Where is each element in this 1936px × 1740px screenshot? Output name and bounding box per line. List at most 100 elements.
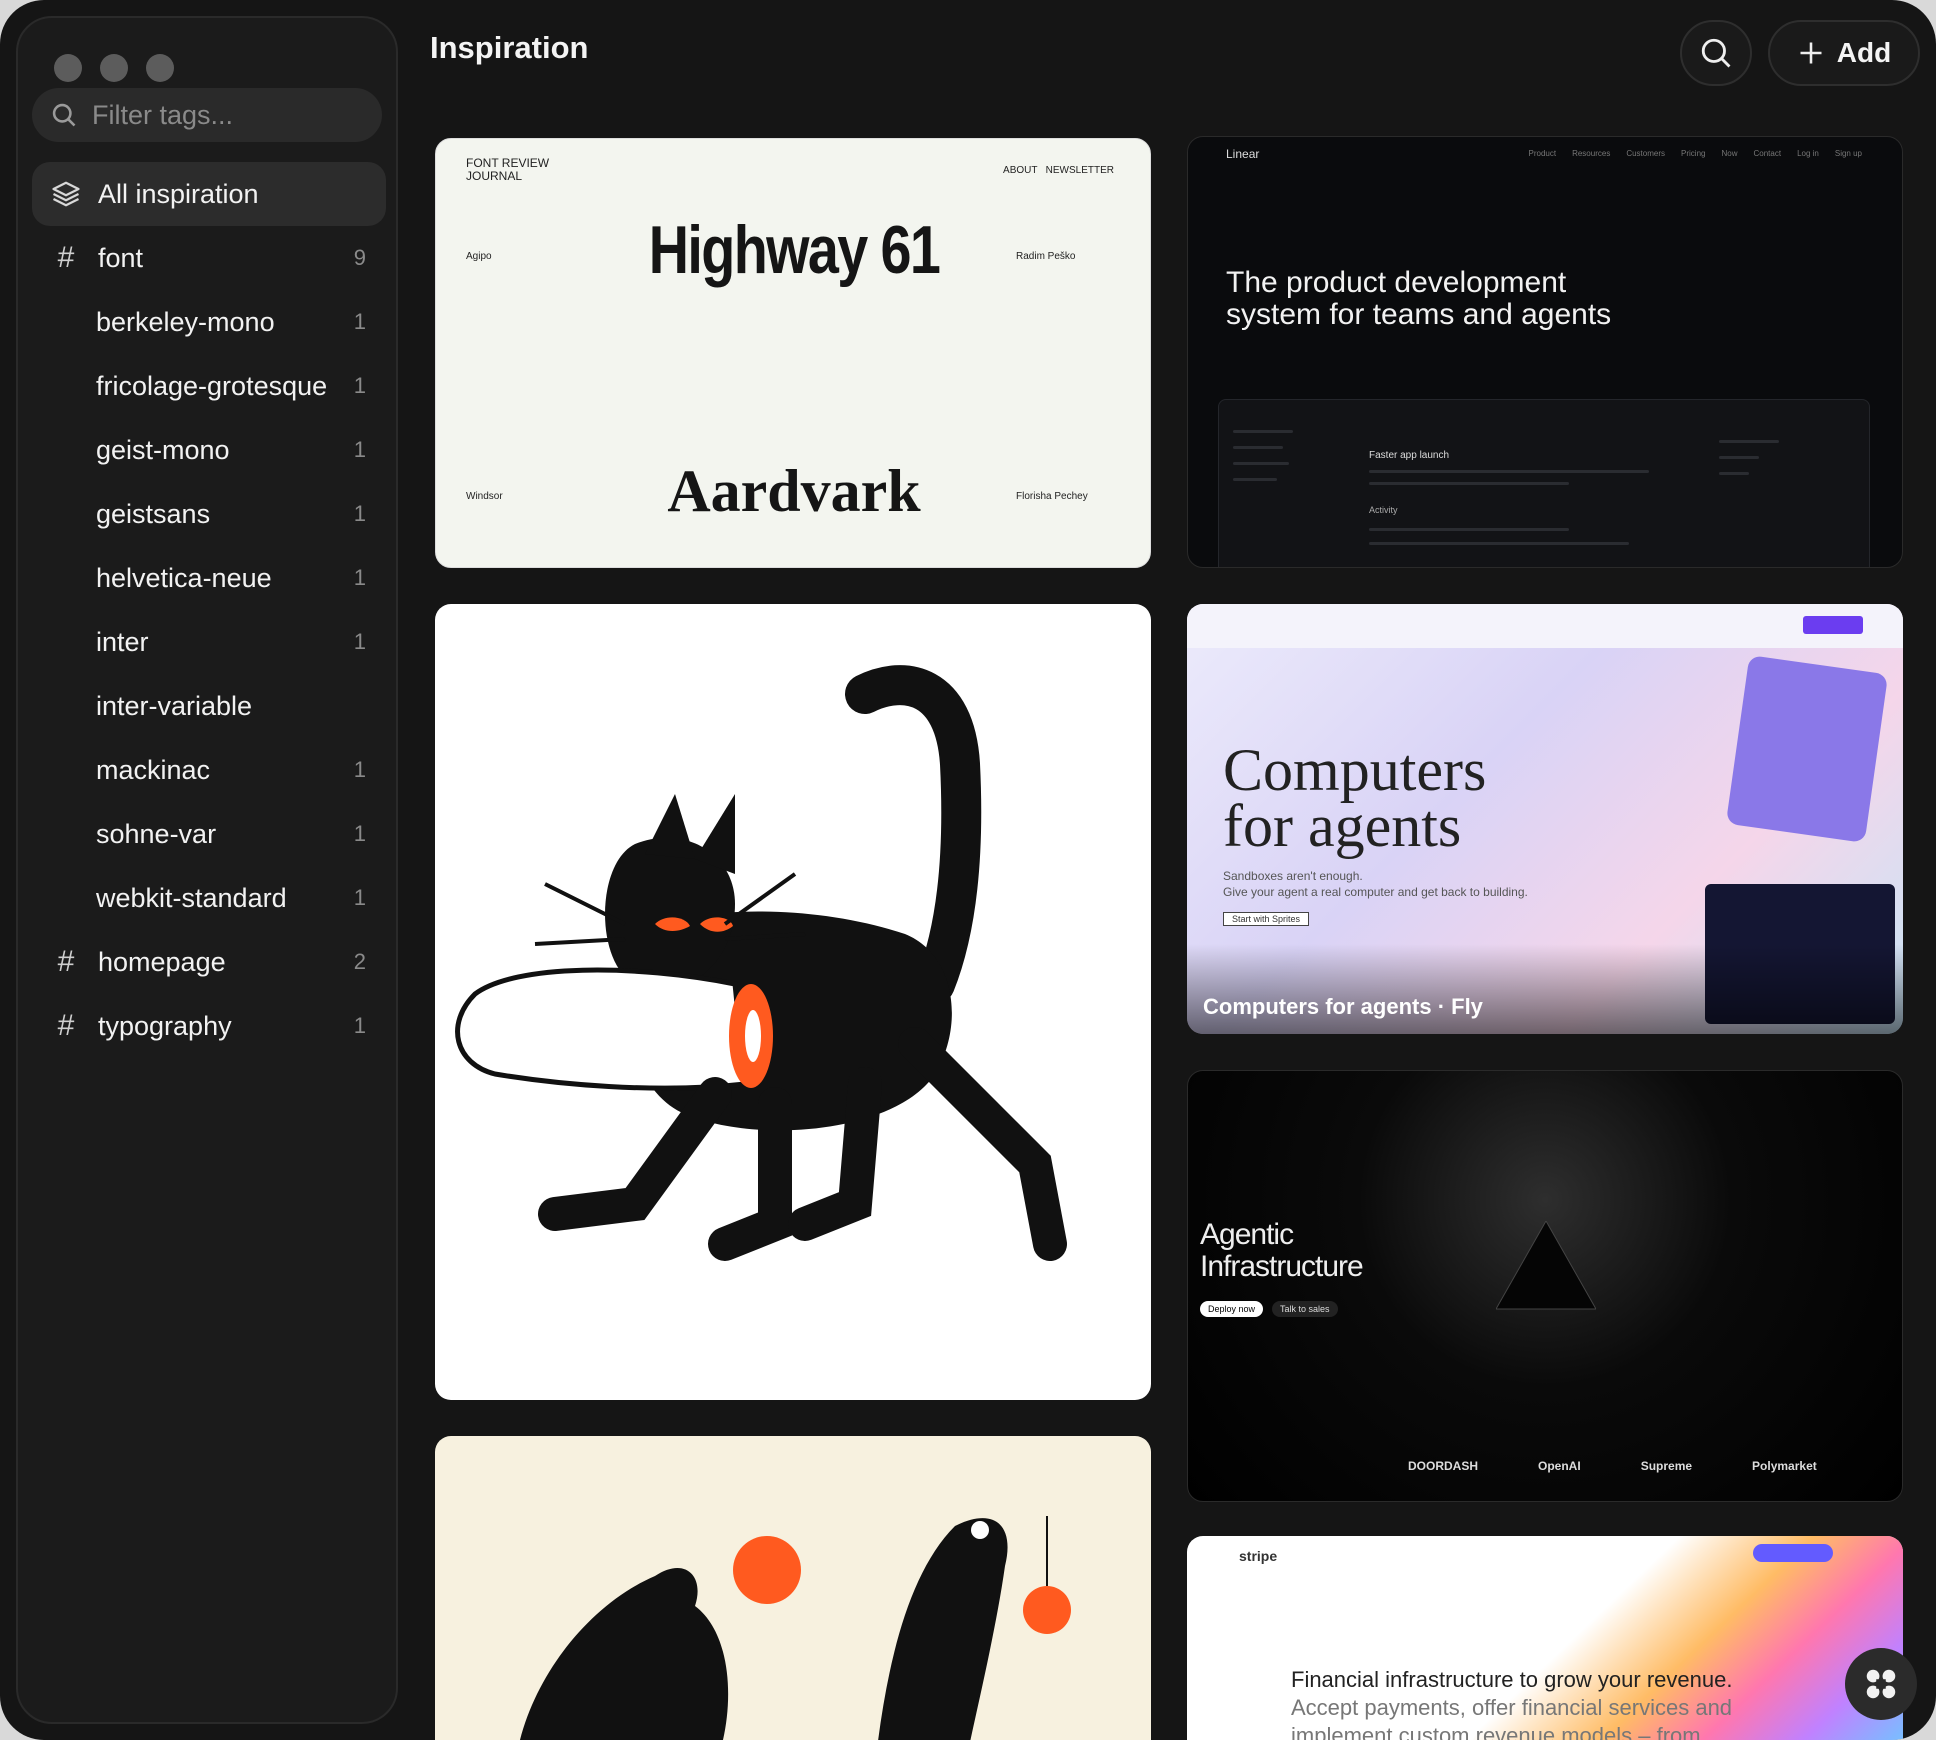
tag-count: 1 xyxy=(353,1013,366,1038)
deploy-now-button: Deploy now xyxy=(1200,1301,1264,1317)
tag-count: 1 xyxy=(353,565,366,590)
fly-headline: Computers for agents xyxy=(1223,737,1487,859)
talk-to-sales-button: Talk to sales xyxy=(1272,1301,1338,1317)
customer-logos: DOORDASH OpenAI Supreme Polymarket xyxy=(1408,1459,1817,1473)
sidebar-item-label: homepage xyxy=(98,946,226,977)
linear-nav-item: Now xyxy=(1721,149,1738,158)
customer-logo: OpenAI xyxy=(1538,1459,1581,1473)
linear-nav-item: Customers xyxy=(1626,149,1666,158)
sidebar-item-label: font xyxy=(98,242,144,273)
sidebar-item-geist-mono[interactable]: geist-mono 1 xyxy=(32,418,386,482)
filter-tags-field[interactable] xyxy=(32,88,382,142)
linear-logo: Linear xyxy=(1226,147,1260,161)
tag-count: 9 xyxy=(353,245,366,270)
sidebar-item-fricolage-grotesque[interactable]: fricolage-grotesque 1 xyxy=(32,354,386,418)
zoom-window-button[interactable] xyxy=(146,54,174,82)
inspiration-card-linear[interactable]: Linear Product Resources Customers Pricing N… xyxy=(1187,136,1903,568)
stripe-headline: Financial infrastructure to grow your re… xyxy=(1291,1666,1791,1740)
tag-count: 1 xyxy=(353,501,366,526)
sidebar-item-sohne-var[interactable]: sohne-var 1 xyxy=(32,802,386,866)
app-menu-button[interactable] xyxy=(1845,1648,1917,1720)
search-icon xyxy=(52,103,76,127)
tag-count: 1 xyxy=(353,885,366,910)
sidebar-item-label: webkit-standard xyxy=(96,882,287,913)
fly-robot-illustration xyxy=(1725,655,1889,843)
hash-icon: # xyxy=(57,1009,75,1042)
minimize-window-button[interactable] xyxy=(100,54,128,82)
sidebar-item-helvetica-neue[interactable]: helvetica-neue 1 xyxy=(32,546,386,610)
customer-logo: Supreme xyxy=(1640,1459,1693,1473)
sidebar-item-label: inter xyxy=(96,626,149,657)
journal-label: FONT REVIEW JOURNAL xyxy=(466,156,550,183)
card-caption: Computers for agents · Fly xyxy=(1203,994,1483,1019)
sidebar-item-label: helvetica-neue xyxy=(96,562,272,593)
linear-nav: Product Resources Customers Pricing Now Conta… xyxy=(1529,149,1863,158)
tag-list: All inspiration # font 9 berkeley-mono 1 frico… xyxy=(32,162,386,1058)
linear-app-preview: Faster app launch Activity xyxy=(1218,399,1870,567)
sidebar-item-typography[interactable]: # typography 1 xyxy=(32,994,386,1058)
sidebar-item-label: inter-variable xyxy=(96,690,253,721)
font-designer-left-1: Agipo xyxy=(466,251,492,262)
inspiration-card-cat-illustration[interactable] xyxy=(435,604,1151,1400)
sidebar-item-label: geistsans xyxy=(96,498,211,529)
fly-caption-overlay: Computers for agents · Fly xyxy=(1187,944,1903,1034)
linear-nav-item: Sign up xyxy=(1834,149,1862,158)
add-button-label: Add xyxy=(1836,37,1892,68)
tag-count: 1 xyxy=(353,309,366,334)
sidebar-item-label: geist-mono xyxy=(96,434,230,465)
sidebar-item-label: sohne-var xyxy=(96,818,217,849)
linear-issue-title: Faster app launch xyxy=(1369,450,1450,461)
app-grid-icon xyxy=(1866,1669,1896,1699)
page-title: Inspiration xyxy=(430,30,589,65)
customer-logo: DOORDASH xyxy=(1408,1459,1479,1473)
tag-count: 1 xyxy=(353,437,366,462)
linear-nav-item: Log in xyxy=(1797,149,1819,158)
birds-illustration xyxy=(520,1516,1071,1740)
linear-nav-item: Product xyxy=(1528,149,1557,158)
tag-count: 1 xyxy=(353,821,366,846)
linear-nav-item: Resources xyxy=(1572,149,1611,158)
sidebar-item-homepage[interactable]: # homepage 2 xyxy=(32,930,386,994)
font-sample-aardvark: Aardvark xyxy=(667,458,921,524)
sidebar-item-all-inspiration[interactable]: All inspiration xyxy=(32,162,386,226)
inspiration-card-font-review[interactable]: FONT REVIEW JOURNAL ABOUT NEWSLETTER Agi… xyxy=(435,138,1151,568)
filter-tags-input[interactable] xyxy=(90,98,354,132)
journal-nav: ABOUT NEWSLETTER xyxy=(1003,165,1114,176)
agentic-headline: Agentic Infrastructure xyxy=(1200,1218,1364,1283)
sidebar-item-webkit-standard[interactable]: webkit-standard 1 xyxy=(32,866,386,930)
tag-count: 2 xyxy=(353,949,366,974)
fly-cta: Start with Sprites xyxy=(1223,912,1310,926)
inspiration-card-stripe[interactable]: stripe Financial infrastructure to grow … xyxy=(1187,1536,1903,1740)
cat-illustration xyxy=(455,665,1067,1261)
fly-subtext: Sandboxes aren't enough. Give your agent… xyxy=(1223,869,1528,899)
tag-count: 1 xyxy=(353,373,366,398)
stripe-headline-sub: Accept payments, offer financial service… xyxy=(1291,1695,1733,1740)
sidebar-item-label: All inspiration xyxy=(98,178,259,209)
inspiration-card-birds-illustration[interactable] xyxy=(435,1436,1151,1740)
hash-icon: # xyxy=(57,241,75,274)
close-window-button[interactable] xyxy=(54,54,82,82)
customer-logo: Polymarket xyxy=(1752,1459,1817,1473)
font-sample-highway: Highway 61 xyxy=(648,212,941,288)
sidebar-item-berkeley-mono[interactable]: berkeley-mono 1 xyxy=(32,290,386,354)
triangle-logo xyxy=(1496,1221,1596,1310)
app-window: All inspiration # font 9 berkeley-mono1frico… xyxy=(0,0,1936,1740)
inspiration-card-fly[interactable]: Computers for agents Sandboxes aren't en… xyxy=(1187,604,1903,1034)
search-button[interactable] xyxy=(1680,20,1752,86)
stripe-contact-button xyxy=(1753,1544,1833,1562)
fly-nav xyxy=(1187,604,1903,648)
search-icon xyxy=(1701,38,1731,68)
inspiration-card-agentic[interactable]: Agentic Infrastructure Deploy now Talk t… xyxy=(1187,1070,1903,1502)
add-button[interactable]: Add xyxy=(1768,20,1920,86)
tag-count: 1 xyxy=(353,757,366,782)
stripe-logo: stripe xyxy=(1239,1548,1278,1564)
tag-count: 1 xyxy=(353,629,366,654)
stripe-headline-main: Financial infrastructure to grow your re… xyxy=(1291,1667,1733,1692)
sidebar-item-font[interactable]: # font 9 xyxy=(32,226,386,290)
sidebar-item-inter-variable[interactable]: inter-variable xyxy=(32,674,386,738)
sidebar-item-geistsans[interactable]: geistsans 1 xyxy=(32,482,386,546)
layers-icon xyxy=(46,179,86,209)
sidebar-item-mackinac[interactable]: mackinac 1 xyxy=(32,738,386,802)
sidebar-item-label: typography xyxy=(98,1010,232,1041)
sidebar-item-inter[interactable]: inter 1 xyxy=(32,610,386,674)
